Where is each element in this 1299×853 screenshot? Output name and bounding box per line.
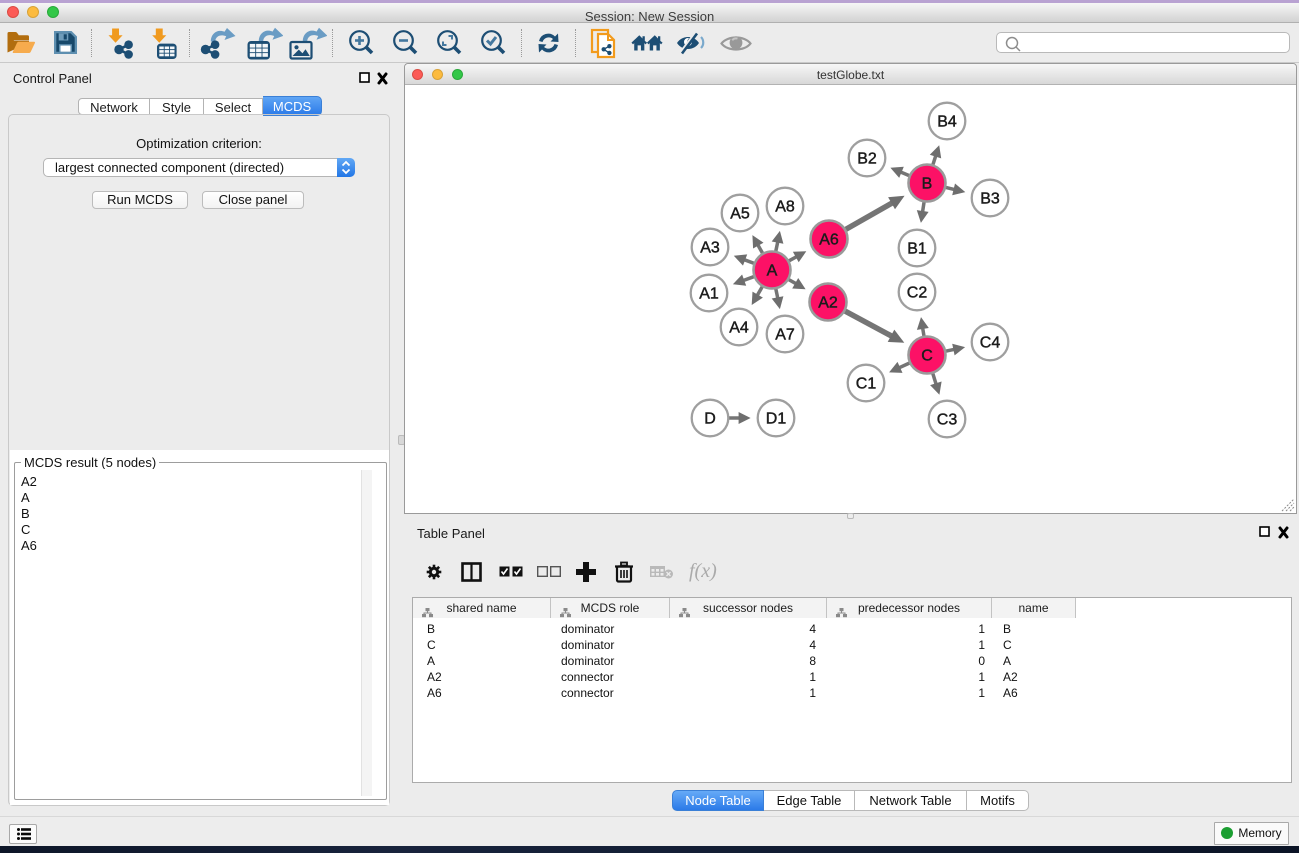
svg-text:B: B [922, 176, 933, 193]
svg-text:A7: A7 [775, 327, 795, 344]
svg-text:B4: B4 [937, 114, 957, 131]
svg-text:C2: C2 [907, 285, 928, 302]
svg-text:C3: C3 [937, 412, 958, 429]
svg-text:C1: C1 [856, 376, 877, 393]
svg-text:A: A [767, 263, 778, 280]
svg-text:A5: A5 [730, 206, 750, 223]
svg-text:A4: A4 [729, 320, 749, 337]
svg-text:D: D [704, 411, 716, 428]
svg-text:B1: B1 [907, 241, 927, 258]
svg-text:B3: B3 [980, 191, 1000, 208]
svg-text:B2: B2 [857, 151, 877, 168]
svg-text:A6: A6 [819, 232, 839, 249]
svg-text:C4: C4 [980, 335, 1001, 352]
svg-text:A8: A8 [775, 199, 795, 216]
svg-text:C: C [921, 348, 933, 365]
svg-text:A2: A2 [818, 295, 838, 312]
svg-text:D1: D1 [766, 411, 787, 428]
svg-text:A3: A3 [700, 240, 720, 257]
svg-text:A1: A1 [699, 286, 719, 303]
